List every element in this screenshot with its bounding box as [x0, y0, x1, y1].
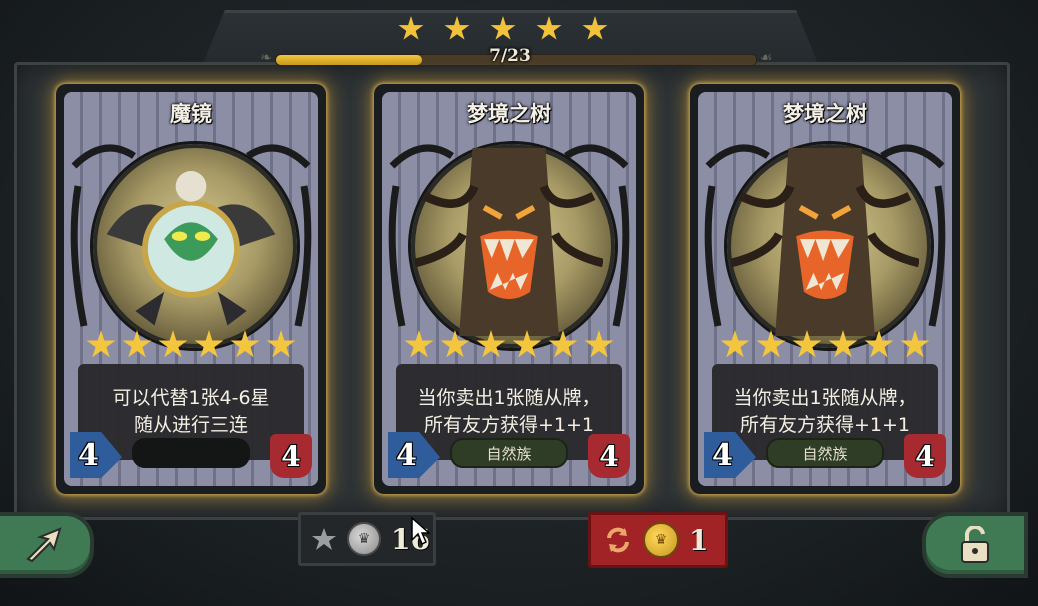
card-star-rating: [64, 330, 318, 360]
card-frame: 梦境之树 当你卖出1张随从牌， 所有友方获得+1+1 4 自然族 4: [698, 92, 952, 486]
star-icon: [512, 330, 542, 358]
star-icon: [266, 330, 296, 358]
arrow-icon: [26, 527, 62, 563]
card-tribe-tag: 自然族: [766, 438, 884, 468]
dream-tree-art-icon: [729, 148, 921, 336]
star-icon: [194, 330, 224, 358]
card-description-line: 所有友方获得+1+1: [423, 414, 595, 436]
shop-card-2[interactable]: 梦境之树 当你卖出1张随从牌， 所有友方获得+1+1 4 自然族 4: [374, 84, 644, 494]
star-icon: [548, 330, 578, 358]
star-icon: [398, 16, 424, 40]
card-star-rating: [382, 330, 636, 360]
card-health-badge: 4: [904, 434, 946, 478]
refresh-shop-button[interactable]: ♛ 1: [588, 512, 728, 568]
card-name: 魔镜: [170, 102, 212, 126]
star-icon: [720, 330, 750, 358]
lock-shop-button[interactable]: [922, 512, 1028, 578]
card-description-line: 随从进行三连: [133, 414, 248, 436]
star-icon: [864, 330, 894, 358]
star-icon: [404, 330, 434, 358]
star-icon: [582, 16, 608, 40]
dream-tree-portrait: [411, 144, 615, 348]
unlock-icon: [961, 526, 989, 563]
star-icon: [792, 330, 822, 358]
refresh-icon: [607, 527, 629, 553]
mouse-cursor-icon: [411, 516, 430, 546]
refresh-cost-amount: 1: [689, 523, 709, 557]
card-description-line: 当你卖出1张随从牌，: [733, 387, 917, 409]
card-frame: 梦境之树 当你卖出1张随从牌， 所有友方获得+1+1 4 自然族 4: [382, 92, 636, 486]
gold-crown-coin-icon: ♛: [643, 522, 679, 558]
card-star-rating: [698, 330, 952, 360]
card-description-line: 可以代替1张4-6星: [112, 387, 270, 409]
shop-card-3[interactable]: 梦境之树 当你卖出1张随从牌， 所有友方获得+1+1 4 自然族 4: [690, 84, 960, 494]
card-health-badge: 4: [588, 434, 630, 478]
star-icon: [444, 16, 470, 40]
card-health-badge: 4: [270, 434, 312, 478]
star-icon: [230, 330, 260, 358]
dream-tree-portrait: [727, 144, 931, 348]
star-icon: [476, 330, 506, 358]
card-tribe-empty: [132, 438, 250, 468]
card-description-line: 所有友方获得+1+1: [739, 414, 911, 436]
star-icon: [756, 330, 786, 358]
progress-cap-left-icon: ❧: [260, 50, 272, 66]
star-icon: [440, 330, 470, 358]
star-icon: [900, 330, 930, 358]
shop-card-1[interactable]: 魔镜 可以代替1张4-6星 随从进行三连 4 4: [56, 84, 326, 494]
card-name: 梦境之树: [467, 102, 551, 126]
card-description-line: 当你卖出1张随从牌，: [417, 387, 601, 409]
card-frame: 魔镜 可以代替1张4-6星 随从进行三连 4 4: [64, 92, 318, 486]
upgrade-progress-text: 7/23: [489, 46, 531, 66]
upgrade-progress-fill: [276, 55, 423, 65]
star-icon: [158, 330, 188, 358]
star-icon: [536, 16, 562, 40]
back-arrow-button[interactable]: [0, 512, 94, 578]
card-name: 梦境之树: [783, 102, 867, 126]
dream-tree-art-icon: [413, 148, 605, 336]
star-icon: [490, 16, 516, 40]
progress-cap-right-icon: ☙: [759, 50, 773, 66]
magic-mirror-art-icon: [106, 171, 276, 326]
card-tribe-tag: 自然族: [450, 438, 568, 468]
star-icon: [584, 330, 614, 358]
star-icon: [828, 330, 858, 358]
star-icon: [312, 528, 336, 550]
tavern-tier-stars: [398, 16, 608, 42]
magic-mirror-portrait: [93, 144, 297, 348]
silver-crown-coin-icon: ♛: [347, 522, 381, 556]
star-icon: [86, 330, 116, 358]
star-icon: [122, 330, 152, 358]
